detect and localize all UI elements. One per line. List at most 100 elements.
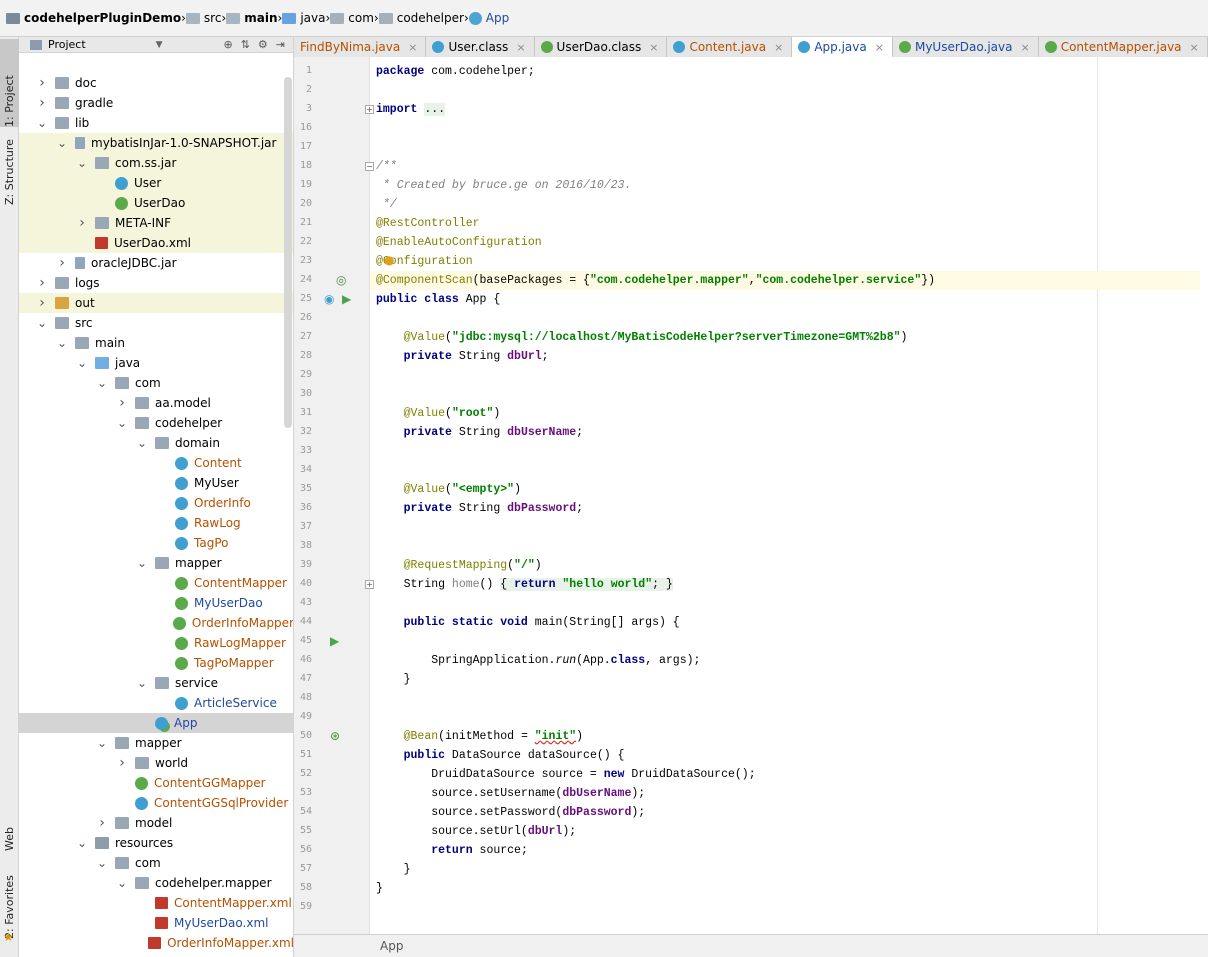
tree-item[interactable]: › doc <box>19 73 293 93</box>
expand-fold-icon[interactable]: + <box>365 580 374 589</box>
tree-item[interactable]: ⌄ src <box>19 313 293 333</box>
code-area[interactable]: package com.codehelper; import ... /** * C… <box>370 57 1206 934</box>
tree-item[interactable]: MyUser <box>19 473 293 493</box>
tree-item[interactable]: › out <box>19 293 293 313</box>
breadcrumb-item-1[interactable]: src <box>185 0 221 37</box>
tree-item[interactable]: OrderInfoMapper.xml <box>19 933 293 953</box>
tree-item[interactable]: ArticleService <box>19 693 293 713</box>
project-panel-title[interactable]: Project <box>48 38 86 51</box>
expanded-chevron-icon[interactable]: ⌄ <box>55 136 69 150</box>
tree-item[interactable]: ⌄ java <box>19 353 293 373</box>
breadcrumb-item-2[interactable]: main <box>226 0 278 37</box>
expanded-chevron-icon[interactable]: ⌄ <box>135 676 149 690</box>
collapsed-chevron-icon[interactable]: › <box>35 275 49 291</box>
tree-item[interactable]: User <box>19 173 293 193</box>
breadcrumb-item-3[interactable]: java <box>282 0 325 37</box>
expanded-chevron-icon[interactable]: ⌄ <box>75 356 89 370</box>
expanded-chevron-icon[interactable]: ⌄ <box>95 376 109 390</box>
tree-item[interactable]: OrderInfo <box>19 493 293 513</box>
breadcrumb-item-6[interactable]: App <box>468 0 509 37</box>
settings-gear-icon[interactable]: ⚙ <box>258 38 268 51</box>
tree-item[interactable]: › gradle <box>19 93 293 113</box>
close-tab-icon[interactable]: × <box>649 41 658 54</box>
close-tab-icon[interactable]: × <box>516 41 525 54</box>
expanded-chevron-icon[interactable]: ⌄ <box>135 556 149 570</box>
collapsed-chevron-icon[interactable]: › <box>75 215 89 231</box>
expanded-chevron-icon[interactable]: ⌄ <box>95 856 109 870</box>
expanded-chevron-icon[interactable]: ⌄ <box>75 836 89 850</box>
close-tab-icon[interactable]: × <box>408 41 417 54</box>
spring-bean-gutter-icon[interactable]: ◉ <box>324 292 334 306</box>
tree-item[interactable]: ⌄ resources <box>19 833 293 853</box>
tree-item[interactable]: ContentMapper <box>19 573 293 593</box>
expanded-chevron-icon[interactable]: ⌄ <box>115 876 129 890</box>
tree-item[interactable]: › model <box>19 813 293 833</box>
run-main-gutter-icon[interactable]: ▶ <box>330 634 339 648</box>
tree-item[interactable]: ContentMapper.xml <box>19 893 293 913</box>
tree-item[interactable]: OrderInfoMapper <box>19 613 293 633</box>
breadcrumb-item-4[interactable]: com <box>330 0 374 37</box>
tree-item[interactable]: › world <box>19 753 293 773</box>
tree-item[interactable]: UserDao.xml <box>19 233 293 253</box>
hide-panel-icon[interactable]: ⇥ <box>276 38 285 51</box>
project-tool-tab[interactable]: 1: Project <box>0 39 19 127</box>
editor-tab[interactable]: MyUserDao.java × <box>892 37 1039 57</box>
editor-tab[interactable]: UserDao.class × <box>534 37 668 57</box>
tree-item[interactable]: ContentGGMapper <box>19 773 293 793</box>
web-tool-tab[interactable]: Web <box>0 807 19 851</box>
tree-item[interactable]: Content <box>19 453 293 473</box>
collapsed-chevron-icon[interactable]: › <box>35 295 49 311</box>
tree-item[interactable]: ⌄ com <box>19 853 293 873</box>
tree-item[interactable]: ⌄ com <box>19 373 293 393</box>
close-tab-icon[interactable]: × <box>1020 41 1029 54</box>
structure-tool-tab[interactable]: Z: Structure <box>0 131 19 205</box>
tree-item[interactable]: › aa.model <box>19 393 293 413</box>
view-dropdown-arrow-icon[interactable]: ▼ <box>156 40 163 50</box>
tree-item[interactable]: TagPoMapper <box>19 653 293 673</box>
editor-tab[interactable]: ContentMapper.java × <box>1038 37 1208 57</box>
tree-item[interactable]: › logs <box>19 273 293 293</box>
tree-item[interactable]: ⌄ lib <box>19 113 293 133</box>
tree-item[interactable]: MyUserDao.xml <box>19 913 293 933</box>
tree-item[interactable]: RawLogMapper <box>19 633 293 653</box>
collapse-fold-icon[interactable]: − <box>365 162 374 171</box>
collapsed-chevron-icon[interactable]: › <box>35 75 49 91</box>
project-scrollbar[interactable] <box>284 77 292 428</box>
collapsed-chevron-icon[interactable]: › <box>115 395 129 411</box>
expanded-chevron-icon[interactable]: ⌄ <box>55 336 69 350</box>
tree-item[interactable]: App <box>19 713 293 733</box>
close-tab-icon[interactable]: × <box>875 41 884 54</box>
expanded-chevron-icon[interactable]: ⌄ <box>135 436 149 450</box>
code-editor[interactable]: 1 2 3 +16 17 18−19 20 21 22 23 24 25 26 27 28 29 30 31 32 3… <box>294 57 1208 934</box>
breadcrumb-item-0[interactable]: codehelperPluginDemo <box>6 0 181 37</box>
favorites-tool-tab[interactable]: 2: Favorites <box>0 867 19 939</box>
tree-item[interactable]: ⌄ mapper <box>19 733 293 753</box>
tree-item[interactable]: UserDao <box>19 193 293 213</box>
close-tab-icon[interactable]: × <box>774 41 783 54</box>
tree-item[interactable]: ContentGGSqlProvider <box>19 793 293 813</box>
tree-item[interactable]: ⌄ service <box>19 673 293 693</box>
tree-item[interactable]: TagPo <box>19 533 293 553</box>
expanded-chevron-icon[interactable]: ⌄ <box>35 316 49 330</box>
bean-definition-gutter-icon[interactable]: ⊛ <box>330 729 340 743</box>
locate-target-icon[interactable]: ⊕ <box>223 38 232 51</box>
tree-item[interactable]: ⌄ com.ss.jar <box>19 153 293 173</box>
tree-item[interactable]: ⌄ main <box>19 333 293 353</box>
editor-tab[interactable]: FindByNima.java × <box>294 37 427 57</box>
tree-item[interactable]: ⌄ mybatisInJar-1.0-SNAPSHOT.jar <box>19 133 293 153</box>
close-tab-icon[interactable]: × <box>1190 41 1199 54</box>
tree-item[interactable]: ⌄ codehelper <box>19 413 293 433</box>
collapsed-chevron-icon[interactable]: › <box>35 95 49 111</box>
tree-item[interactable]: ⌄ domain <box>19 433 293 453</box>
intention-lightbulb-icon[interactable]: ● <box>384 253 394 267</box>
tree-item[interactable]: › META-INF <box>19 213 293 233</box>
tree-item[interactable]: RawLog <box>19 513 293 533</box>
collapsed-chevron-icon[interactable]: › <box>55 255 69 271</box>
bean-config-gutter-icon[interactable]: ◎ <box>336 273 346 287</box>
breadcrumb-item-5[interactable]: codehelper <box>378 0 464 37</box>
collapse-all-icon[interactable]: ⇅ <box>241 38 250 51</box>
tree-item[interactable]: ⌄ codehelper.mapper <box>19 873 293 893</box>
expanded-chevron-icon[interactable]: ⌄ <box>35 116 49 130</box>
collapsed-chevron-icon[interactable]: › <box>115 755 129 771</box>
expanded-chevron-icon[interactable]: ⌄ <box>95 736 109 750</box>
